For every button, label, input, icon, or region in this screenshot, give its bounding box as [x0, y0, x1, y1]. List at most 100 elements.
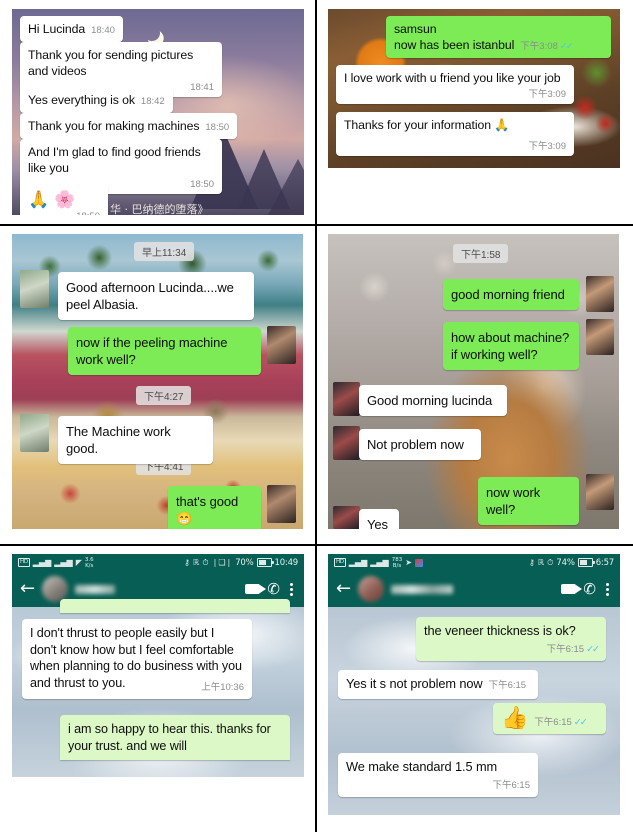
message-bubble[interactable]: 👍 下午6:15 ✓✓ — [493, 703, 606, 734]
panel-2-food-chat: samsun now has been istanbul 下午3:08 ✓✓ I l… — [328, 9, 620, 168]
message-bubble[interactable]: i am so happy to hear this. thanks for y… — [60, 715, 290, 761]
vibrate-icon: ❘❑❘ — [211, 557, 233, 567]
message-time: 18:50 — [190, 179, 214, 191]
contact-name[interactable] — [391, 584, 454, 594]
message-time: 18:40 — [91, 25, 115, 36]
panel-6-cell: HD ▂▄▆ ▂▄▆ 783 B/s ➤ ⚷ ℝ ⏱ 74% 6:57 ← ✆ … — [317, 546, 633, 832]
panel-2-cell: samsun now has been istanbul 下午3:08 ✓✓ I l… — [317, 0, 633, 224]
signal-icon: ▂▄▆ — [54, 557, 73, 567]
message-time: 下午3:09 — [528, 141, 567, 153]
location-icon: ➤ — [405, 557, 412, 567]
status-bar: HD ▂▄▆ ▂▄▆ 783 B/s ➤ ⚷ ℝ ⏱ 74% 6:57 — [328, 554, 620, 571]
message-text: Hi Lucinda — [28, 22, 86, 36]
hd-icon: HD — [334, 558, 346, 567]
message-bubble[interactable]: We make standard 1.5 mm 下午6:15 — [338, 753, 538, 797]
panel-4-messages: good morning friend how about machine? i… — [328, 234, 619, 529]
panel-4-dog-chat: 下午1:58 good morning friend how about mac… — [328, 234, 619, 529]
message-text: the veneer thickness is ok? — [424, 623, 576, 638]
message-emoji: 👍 — [501, 706, 529, 731]
overflow-menu-icon[interactable] — [287, 582, 296, 596]
wifi-icon: ◤ — [75, 557, 82, 567]
message-bubble[interactable]: Good afternoon Lucinda....we peel Albasi… — [58, 272, 254, 321]
key-icon: ⚷ — [528, 557, 535, 567]
message-bubble[interactable]: Yes everything is ok 18:42 — [20, 87, 173, 113]
message-text: i am so happy to hear this. thanks for y… — [68, 722, 271, 753]
message-bubble-partial[interactable] — [60, 599, 290, 613]
status-clock: 10:49 — [274, 557, 299, 568]
status-bar-right: ⚷ ℝ ⏱ ❘❑❘ 70% 10:49 — [184, 558, 298, 568]
message-time: 上午10:36 — [201, 681, 244, 693]
status-clock: 6:57 — [595, 557, 615, 568]
panel-1-cell: Hi Lucinda 18:40 Thank you for sending pi… — [0, 0, 315, 224]
message-text: The Machine work good. — [66, 424, 171, 457]
message-time: 18:50 — [205, 122, 230, 133]
voice-call-icon[interactable]: ✆ — [267, 581, 280, 597]
message-text: now if the peeling machine work well? — [76, 335, 228, 368]
message-bubble[interactable]: Yes — [359, 509, 399, 529]
video-call-icon[interactable] — [561, 584, 583, 594]
avatar[interactable] — [358, 576, 385, 602]
overflow-menu-icon[interactable] — [603, 582, 612, 596]
panel-4-cell: 下午1:58 good morning friend how about mac… — [317, 226, 633, 544]
message-bubble[interactable]: Thank you for making machines 18:50 — [20, 113, 238, 139]
message-text: Yes everything is ok — [28, 93, 135, 107]
back-arrow-icon[interactable]: ← — [20, 580, 35, 598]
message-bubble[interactable]: Not problem now — [359, 429, 481, 461]
message-bubble[interactable]: now if the peeling machine work well? — [68, 327, 261, 376]
message-bubble[interactable]: the veneer thickness is ok? 下午6:15 ✓✓ — [416, 617, 606, 661]
alarm-icon: ⏱ — [547, 557, 554, 567]
message-time: 下午6:15 — [492, 779, 531, 791]
screenshot-collage: Hi Lucinda 18:40 Thank you for sending pi… — [0, 0, 633, 832]
panel-3-messages: Good afternoon Lucinda....we peel Albasi… — [12, 234, 303, 529]
data-rate-icon: 783 B/s — [392, 557, 403, 569]
back-arrow-icon[interactable]: ← — [336, 580, 351, 598]
message-text: We make standard 1.5 mm — [346, 759, 498, 774]
data-rate-unit: B/s — [392, 562, 402, 569]
nfc-icon: ℝ — [193, 557, 200, 567]
battery-percent: 74% — [556, 557, 575, 568]
read-receipt-icon: ✓✓ — [573, 717, 588, 728]
message-bubble[interactable]: Good morning lucinda — [359, 385, 507, 417]
message-bubble[interactable]: Hi Lucinda 18:40 — [20, 16, 123, 42]
message-bubble[interactable]: good morning friend — [443, 279, 579, 311]
message-bubble[interactable]: I love work with u friend you like your … — [336, 65, 574, 104]
read-receipt-icon: ✓✓ — [559, 41, 574, 53]
hd-icon: HD — [18, 558, 30, 567]
message-bubble[interactable]: samsun now has been istanbul 下午3:08 ✓✓ — [386, 16, 611, 58]
battery-percent: 70% — [235, 557, 254, 568]
message-bubble[interactable]: now work well? — [478, 477, 579, 526]
message-bubble[interactable]: Yes it s not problem now 下午6:15 — [338, 670, 538, 699]
message-bubble[interactable]: I don't thrust to people easily but I do… — [22, 619, 252, 699]
message-bubble[interactable]: 🙏 🌸 18:50 — [20, 184, 108, 215]
voice-call-icon[interactable]: ✆ — [583, 581, 596, 597]
message-bubble[interactable]: The Machine work good. — [58, 416, 213, 465]
nfc-icon: ℝ — [537, 557, 545, 567]
video-call-icon[interactable] — [245, 584, 267, 594]
message-text: Thanks for your information 🙏 — [344, 118, 510, 132]
message-text: if working well? — [451, 347, 538, 363]
message-time: 18:42 — [140, 96, 165, 107]
signal-icon: ▂▄▆ — [370, 557, 389, 567]
key-icon: ⚷ — [184, 557, 191, 567]
battery-icon — [577, 558, 595, 567]
app-icon — [414, 558, 423, 567]
message-time: 下午6:15 — [534, 717, 572, 728]
panel-1-dusk-chat: Hi Lucinda 18:40 Thank you for sending pi… — [12, 9, 304, 215]
message-bubble[interactable]: Thanks for your information 🙏 下午3:09 — [336, 112, 574, 156]
data-rate-value: 3.6 — [84, 556, 94, 563]
status-bar-right: ⚷ ℝ ⏱ 74% 6:57 — [529, 558, 614, 568]
message-text: Thank you for making machines — [28, 119, 200, 133]
message-text: good morning friend — [451, 287, 565, 302]
message-time: 下午6:15 — [488, 680, 527, 691]
message-text: samsun — [394, 22, 437, 36]
read-receipt-icon: ✓✓ — [586, 643, 600, 655]
video-caption-overlay: 华 · 巴纳德的堕落》 — [110, 203, 209, 215]
message-text: Good afternoon Lucinda....we peel Albasi… — [66, 280, 234, 313]
contact-name[interactable] — [75, 584, 116, 594]
message-text: now work well? — [486, 485, 541, 518]
signal-icon: ▂▄▆ — [348, 557, 368, 567]
message-bubble[interactable]: how about machine? if working well? — [443, 322, 579, 371]
status-bar: HD ▂▄▆ ▂▄▆ ◤ 3.6 K/s ⚷ ℝ ⏱ ❘❑❘ 70% 10:49 — [12, 554, 304, 571]
message-bubble[interactable]: that's good 😁 — [168, 486, 261, 529]
alarm-icon: ⏱ — [202, 557, 209, 567]
